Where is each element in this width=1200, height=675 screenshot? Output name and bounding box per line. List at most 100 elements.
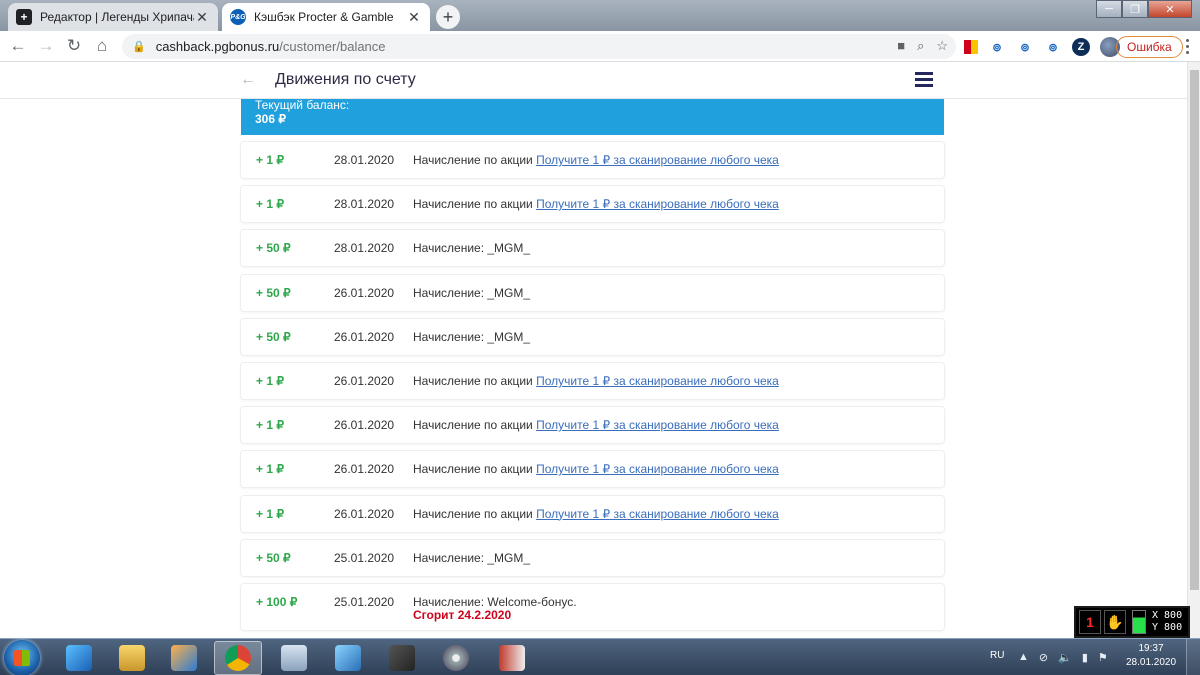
window-close-button[interactable]: ✕ bbox=[1148, 0, 1192, 18]
flag-extension-icon[interactable] bbox=[964, 40, 978, 54]
url-host: cashback.pgbonus.ru bbox=[155, 39, 280, 54]
taskbar: RU ▲ ⊘ 🔈 ▮ ⚑ 19:37 28.01.2020 bbox=[0, 638, 1200, 675]
taskbar-app-chrome[interactable] bbox=[214, 641, 262, 675]
ie-alt-icon bbox=[335, 645, 361, 671]
transaction-date: 26.01.2020 bbox=[334, 418, 395, 433]
minimize-button[interactable]: ─ bbox=[1096, 0, 1122, 18]
ring-extension-icon-3[interactable]: ⊚ bbox=[1044, 38, 1062, 56]
promo-link[interactable]: Получите 1 ₽ за сканирование любого чека bbox=[536, 197, 779, 211]
transaction-description: Начисление по акции Получите 1 ₽ за скан… bbox=[413, 374, 779, 388]
taskbar-app-dvd[interactable] bbox=[432, 641, 480, 675]
address-bar[interactable]: 🔒 cashback.pgbonus.ru/customer/balance ■… bbox=[122, 34, 956, 59]
transaction-amount: + 100 ₽ bbox=[256, 594, 298, 609]
browser-toolbar: ← → ↻ ⌂ 🔒 cashback.pgbonus.ru/customer/b… bbox=[0, 31, 1200, 62]
signal-icon[interactable]: ▮ bbox=[1082, 651, 1088, 664]
taskbar-app-tool[interactable] bbox=[378, 641, 426, 675]
menu-kebab-icon[interactable] bbox=[1180, 36, 1194, 54]
balance-panel: Текущий баланс: 306 ₽ bbox=[241, 99, 944, 135]
transaction-row: + 50 ₽ 26.01.2020 Начисление: _MGM_ bbox=[241, 274, 944, 311]
close-icon[interactable]: ✕ bbox=[194, 9, 210, 26]
start-button[interactable] bbox=[4, 640, 40, 675]
transaction-row: + 1 ₽ 26.01.2020 Начисление по акции Получ… bbox=[241, 495, 944, 532]
description-text: Начисление: _MGM_ bbox=[413, 241, 531, 256]
clock[interactable]: 19:37 28.01.2020 bbox=[1126, 642, 1176, 670]
tab-editor[interactable]: + Редактор | Легенды Хрипача | Я ✕ bbox=[8, 3, 218, 31]
tab-cashback[interactable]: P&G Кэшбэк Procter & Gamble ✕ bbox=[222, 3, 430, 31]
transaction-amount: + 1 ₽ bbox=[256, 418, 284, 433]
url-path: /customer/balance bbox=[279, 39, 386, 54]
coordinate-readout: X 800 Y 800 bbox=[1152, 610, 1182, 634]
back-arrow-icon[interactable]: ← bbox=[240, 71, 256, 89]
taskbar-app-explorer[interactable] bbox=[108, 641, 156, 675]
transaction-description: Начисление: _MGM_ bbox=[413, 241, 530, 255]
taskbar-app-calculator[interactable] bbox=[270, 641, 318, 675]
home-icon[interactable]: ⌂ bbox=[88, 32, 116, 60]
reload-icon[interactable]: ↻ bbox=[60, 32, 88, 60]
transaction-amount: + 1 ₽ bbox=[256, 373, 284, 388]
transaction-date: 26.01.2020 bbox=[334, 329, 395, 344]
bookmark-star-icon[interactable]: ☆ bbox=[936, 38, 948, 54]
transaction-description: Начисление: _MGM_ bbox=[413, 330, 530, 344]
transaction-description: Начисление: _MGM_ bbox=[413, 551, 530, 565]
page-viewport: ← Движения по счету Текущий баланс: 306 … bbox=[0, 62, 1187, 638]
page-header: ← Движения по счету bbox=[0, 62, 1187, 99]
back-icon[interactable]: ← bbox=[4, 32, 32, 60]
promo-link[interactable]: Получите 1 ₽ за сканирование любого чека bbox=[536, 507, 779, 521]
chrome-icon bbox=[225, 645, 251, 671]
transaction-description: Начисление по акции Получите 1 ₽ за скан… bbox=[413, 462, 779, 476]
promo-link[interactable]: Получите 1 ₽ за сканирование любого чека bbox=[536, 462, 779, 476]
transaction-description: Начисление по акции Получите 1 ₽ за скан… bbox=[413, 153, 779, 167]
zoom-icon[interactable]: ⌕ bbox=[917, 38, 924, 54]
transaction-amount: + 1 ₽ bbox=[256, 506, 284, 521]
transaction-date: 26.01.2020 bbox=[334, 506, 395, 521]
transaction-row: + 1 ₽ 26.01.2020 Начисление по акции Получ… bbox=[241, 451, 944, 488]
transaction-date: 28.01.2020 bbox=[334, 241, 395, 256]
scrollbar[interactable] bbox=[1187, 62, 1200, 638]
page-title: Движения по счету bbox=[275, 71, 416, 88]
tab-title: Кэшбэк Procter & Gamble bbox=[254, 10, 394, 24]
taskbar-app-book[interactable] bbox=[488, 641, 536, 675]
tray-arrow-icon[interactable]: ▲ bbox=[1018, 651, 1029, 664]
volume-icon[interactable]: 🔈 bbox=[1058, 651, 1072, 664]
transaction-date: 26.01.2020 bbox=[334, 373, 395, 388]
close-icon[interactable]: ✕ bbox=[406, 9, 422, 26]
ring-extension-icon[interactable]: ⊚ bbox=[988, 38, 1006, 56]
promo-link[interactable]: Получите 1 ₽ за сканирование любого чека bbox=[536, 374, 779, 388]
balance-label: Текущий баланс: bbox=[255, 98, 350, 112]
ring-extension-icon-2[interactable]: ⊚ bbox=[1016, 38, 1034, 56]
language-indicator[interactable]: RU bbox=[990, 650, 1004, 661]
new-tab-button[interactable]: + bbox=[436, 5, 460, 29]
transaction-row: + 50 ₽ 28.01.2020 Начисление: _MGM_ bbox=[241, 230, 944, 267]
taskbar-app-ie[interactable] bbox=[55, 641, 103, 675]
description-text: Начисление: _MGM_ bbox=[413, 329, 531, 344]
explorer-icon bbox=[119, 645, 145, 671]
scrollbar-thumb[interactable] bbox=[1190, 70, 1199, 590]
transaction-amount: + 50 ₽ bbox=[256, 550, 291, 565]
maximize-button[interactable]: ❐ bbox=[1122, 0, 1148, 18]
system-tray: ▲ ⊘ 🔈 ▮ ⚑ bbox=[1018, 651, 1108, 664]
action-center-icon[interactable]: ⚑ bbox=[1098, 651, 1108, 664]
camera-icon[interactable]: ■ bbox=[897, 38, 905, 54]
description-text: Начисление по акции bbox=[413, 373, 533, 388]
description-text: Начисление: _MGM_ bbox=[413, 550, 531, 565]
hamburger-menu-icon[interactable] bbox=[915, 72, 933, 87]
promo-link[interactable]: Получите 1 ₽ за сканирование любого чека bbox=[536, 153, 779, 167]
network-status-icon[interactable]: ⊘ bbox=[1039, 651, 1048, 664]
error-button[interactable]: Ошибка bbox=[1116, 36, 1183, 58]
z-extension-icon[interactable]: Z bbox=[1072, 38, 1090, 56]
description-text: Начисление по акции bbox=[413, 418, 533, 433]
taskbar-app-ie-alt[interactable] bbox=[324, 641, 372, 675]
description-text: Начисление: Welcome-бонус. bbox=[413, 594, 577, 609]
dvd-icon bbox=[443, 645, 469, 671]
show-desktop-button[interactable] bbox=[1186, 639, 1200, 675]
hand-icon: ✋ bbox=[1104, 610, 1126, 634]
transaction-amount: + 50 ₽ bbox=[256, 329, 291, 344]
promo-link[interactable]: Получите 1 ₽ за сканирование любого чека bbox=[536, 418, 779, 432]
transaction-amount: + 50 ₽ bbox=[256, 285, 291, 300]
transaction-description: Начисление: _MGM_ bbox=[413, 286, 530, 300]
transaction-date: 26.01.2020 bbox=[334, 285, 395, 300]
overlay-gadget: 1 ✋ X 800 Y 800 bbox=[1074, 606, 1190, 638]
forward-icon[interactable]: → bbox=[32, 32, 60, 60]
transaction-row: + 1 ₽ 28.01.2020 Начисление по акции Получ… bbox=[241, 142, 944, 178]
taskbar-app-media-player[interactable] bbox=[160, 641, 208, 675]
